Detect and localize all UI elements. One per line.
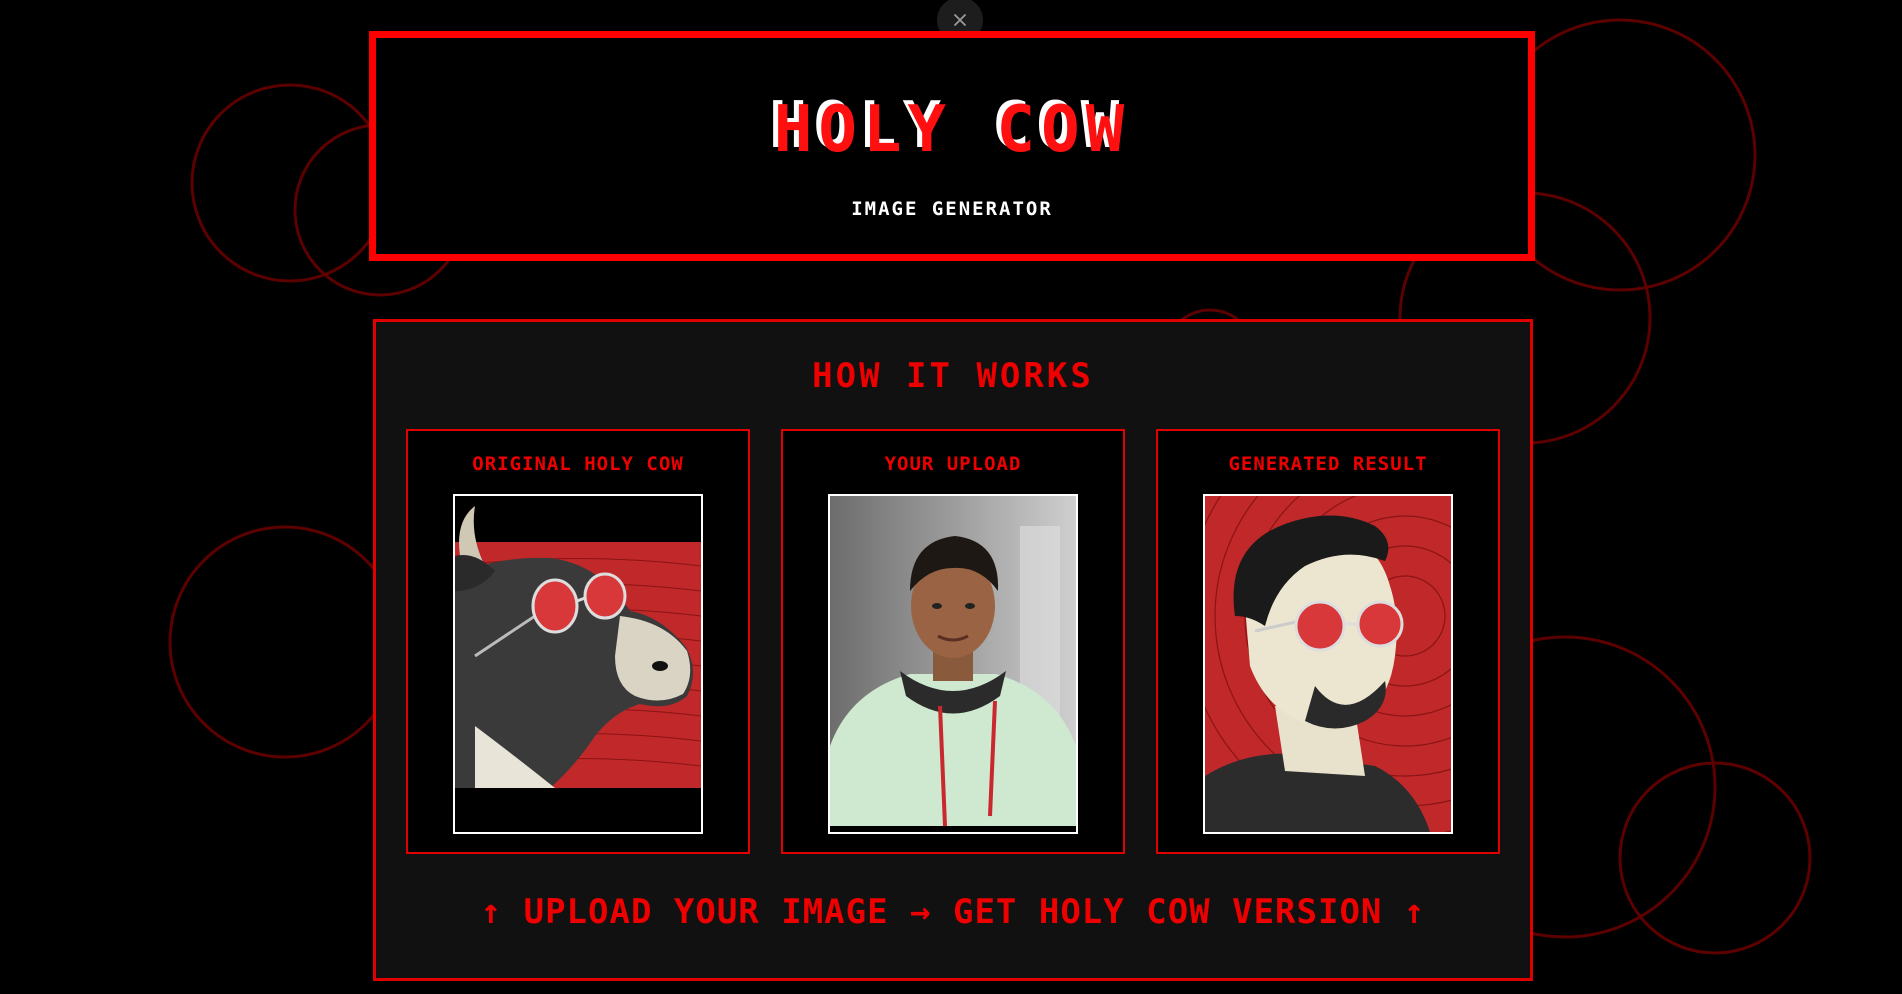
step-label-result: GENERATED RESULT [1228,453,1428,475]
step-card-original: ORIGINAL HOLY COW [406,429,750,854]
page: HOLY COW IMAGE GENERATOR HOW IT WORKS OR… [0,0,1902,994]
cow-illustration-image [453,494,703,834]
step-label-original: ORIGINAL HOLY COW [472,453,684,475]
how-it-works-panel: HOW IT WORKS ORIGINAL HOLY COW YOUR UPLO… [373,319,1533,981]
generated-result-image [1203,494,1453,834]
step-card-upload: YOUR UPLOAD [781,429,1125,854]
step-label-upload: YOUR UPLOAD [884,453,1022,475]
uploaded-photo-image [828,494,1078,834]
step-card-result: GENERATED RESULT [1156,429,1500,854]
upload-cta-text: ↑ UPLOAD YOUR IMAGE → GET HOLY COW VERSI… [480,892,1426,932]
close-icon [954,14,966,26]
how-it-works-title: HOW IT WORKS [812,356,1094,396]
page-title: HOLY COW [773,93,1131,167]
hero-banner: HOLY COW IMAGE GENERATOR [369,31,1535,261]
page-subtitle: IMAGE GENERATOR [851,198,1053,220]
